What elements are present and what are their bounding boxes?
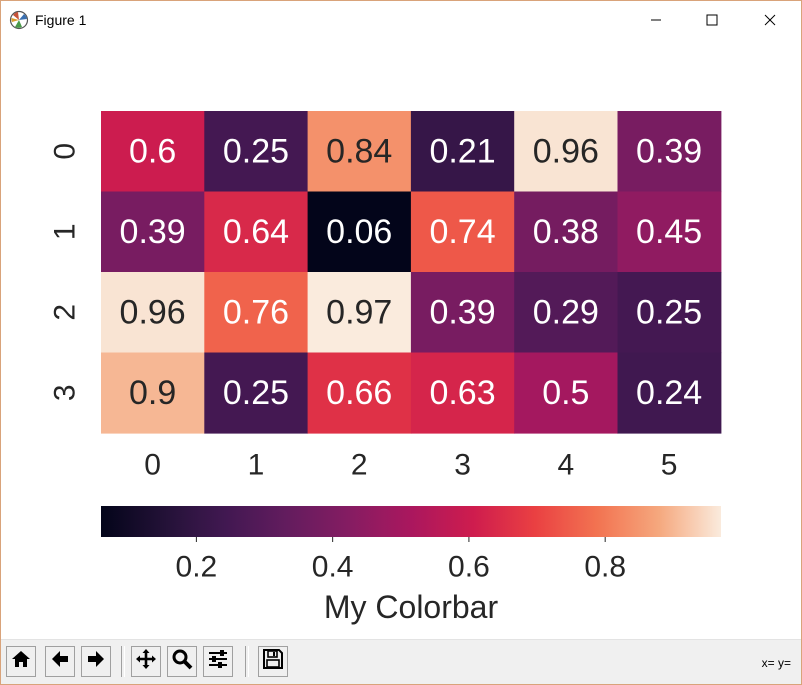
arrow-left-icon [49,648,71,675]
home-icon [10,648,32,675]
pan-icon [135,648,157,675]
close-icon [764,14,776,26]
maximize-icon [706,14,718,26]
save-icon [262,648,284,675]
close-button[interactable] [747,1,793,39]
x-tick-label: 5 [661,449,678,482]
minimize-icon [650,14,662,26]
toolbar-separator [245,646,249,677]
zoom-icon [171,648,193,675]
x-tick-label: 4 [558,449,575,482]
minimize-button[interactable] [633,1,679,39]
cell-annotation: 0.29 [533,293,599,331]
cell-annotation: 0.21 [429,132,495,170]
cell-annotation: 0.97 [326,293,392,331]
colorbar-tick-label: 0.4 [312,551,354,584]
cell-annotation: 0.74 [429,213,495,251]
y-tick-label: 3 [49,384,82,401]
colorbar-tick-label: 0.8 [584,551,626,584]
back-button[interactable] [45,646,75,677]
x-tick-label: 2 [351,449,368,482]
pan-button[interactable] [131,646,161,677]
forward-button[interactable] [81,646,111,677]
colorbar-label: My Colorbar [324,589,499,625]
cell-annotation: 0.66 [326,374,392,412]
x-tick-label: 0 [144,449,161,482]
configure-subplots-button[interactable] [203,646,233,677]
cell-annotation: 0.5 [542,374,589,412]
y-tick-label: 1 [49,223,82,240]
cell-annotation: 0.25 [223,374,289,412]
cell-annotation: 0.96 [120,293,186,331]
navigation-toolbar: x= y= [1,639,801,684]
cursor-coordinates: x= y= [761,656,791,670]
cell-annotation: 0.38 [533,213,599,251]
toolbar-separator [121,646,125,677]
window-title: Figure 1 [35,12,87,28]
cell-annotation: 0.6 [129,132,176,170]
cell-annotation: 0.45 [636,213,702,251]
cell-annotation: 0.96 [533,132,599,170]
maximize-button[interactable] [689,1,735,39]
cell-annotation: 0.06 [326,213,392,251]
zoom-button[interactable] [167,646,197,677]
figure-window: Figure 1 0.6 0.25 0.84 0.21 0.96 0.39 0.39 0.64… [0,0,802,685]
save-button[interactable] [258,646,288,677]
cell-annotation: 0.25 [636,293,702,331]
cell-annotation: 0.39 [120,213,186,251]
sliders-icon [207,648,229,675]
figure-canvas[interactable]: 0.6 0.25 0.84 0.21 0.96 0.39 0.39 0.64 0.06 0.74 0… [1,39,801,639]
cell-annotation: 0.24 [636,374,702,412]
x-tick-label: 3 [454,449,471,482]
colorbar-tick-label: 0.6 [448,551,490,584]
colorbar-tick-label: 0.2 [176,551,218,584]
y-tick-label: 2 [49,304,82,321]
matplotlib-icon [9,10,29,30]
heatmap-chart: 0.6 0.25 0.84 0.21 0.96 0.390.39 0.64 0.06 0.74 0… [49,111,722,625]
cell-annotation: 0.39 [636,132,702,170]
y-tick-label: 0 [49,143,82,160]
x-tick-label: 1 [248,449,265,482]
arrow-right-icon [85,648,107,675]
cell-annotation: 0.76 [223,293,289,331]
colorbar [101,506,721,537]
cell-annotation: 0.84 [326,132,392,170]
title-bar: Figure 1 [1,1,801,39]
cell-annotation: 0.63 [429,374,495,412]
cell-annotation: 0.9 [129,374,176,412]
cell-annotation: 0.39 [429,293,495,331]
cell-annotation: 0.25 [223,132,289,170]
cell-annotation: 0.64 [223,213,289,251]
home-button[interactable] [6,646,36,677]
